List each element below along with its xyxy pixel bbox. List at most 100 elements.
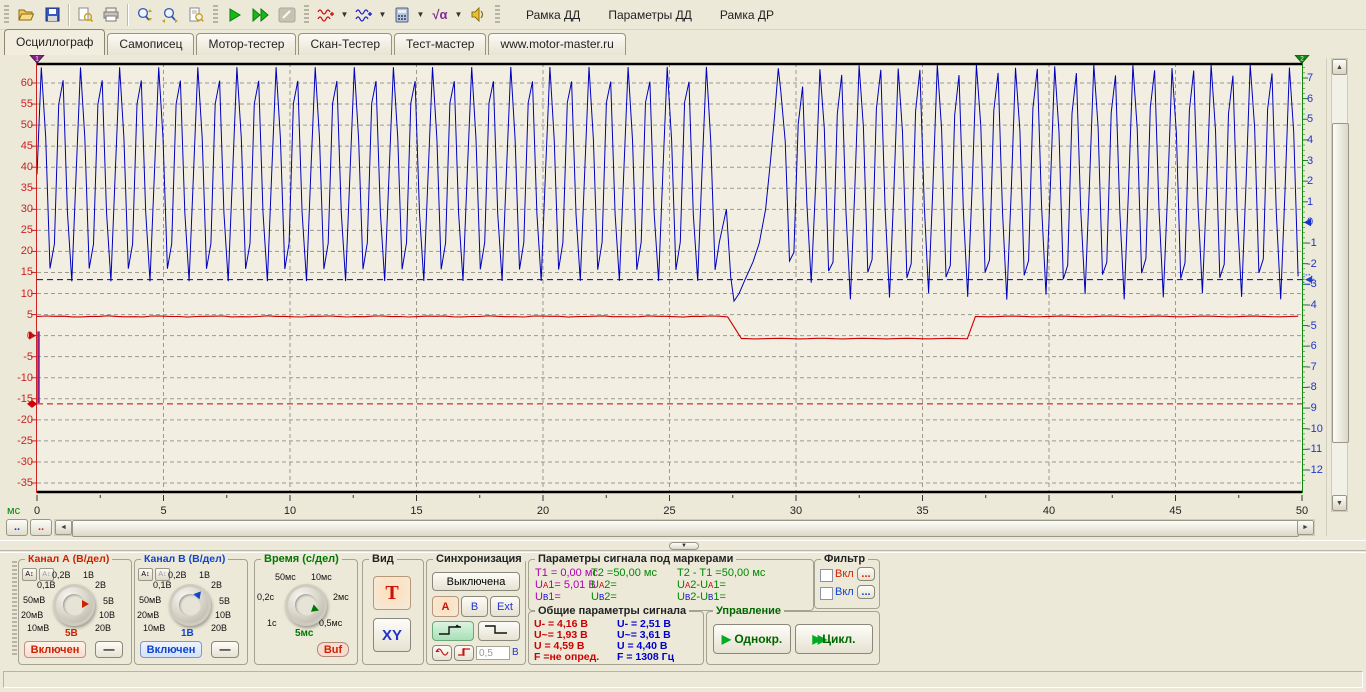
open-button[interactable] xyxy=(13,3,39,27)
knob-pointer xyxy=(82,600,93,608)
vertical-scrollbar[interactable]: ▲ ▼ xyxy=(1331,58,1348,512)
signal-a-button[interactable] xyxy=(313,3,339,27)
menu-ramka-dr[interactable]: Рамка ДР xyxy=(720,8,774,22)
channel-b-autoscale-button[interactable]: A↕ xyxy=(138,568,153,581)
filter-a-checkbox[interactable] xyxy=(820,569,833,582)
stop-button[interactable] xyxy=(274,3,300,27)
zoom-vertical-icon xyxy=(136,7,153,23)
sqrt-alpha-button[interactable]: √α xyxy=(427,3,453,27)
sound-button[interactable] xyxy=(465,3,491,27)
sync-off-button[interactable]: Выключена xyxy=(432,572,520,591)
view-group: Вид T XY xyxy=(362,559,424,665)
tab-scan-tester[interactable]: Скан-Тестер xyxy=(298,33,392,55)
tab-recorder[interactable]: Самописец xyxy=(107,33,194,55)
rising-edge-icon xyxy=(438,624,468,636)
left-axis-tick-label: -35 xyxy=(0,476,33,490)
scroll-right-button[interactable]: ► xyxy=(1297,520,1314,535)
right-axis-tick-label: 2 xyxy=(1307,174,1333,188)
play-icon: ▶ xyxy=(722,632,735,646)
right-axis-tick-label: 7 xyxy=(1307,71,1333,85)
cycle-run-button[interactable]: ▶▶ Цикл. xyxy=(795,624,873,654)
menu-parametry-dd[interactable]: Параметры ДД xyxy=(608,8,692,22)
timebase-knob[interactable] xyxy=(285,584,327,626)
tab-website[interactable]: www.motor-master.ru xyxy=(488,33,625,55)
calculator-button[interactable] xyxy=(389,3,415,27)
filter-b-label: Вкл xyxy=(835,586,854,598)
filter-b-checkbox[interactable] xyxy=(820,587,833,600)
zoom-horizontal-button[interactable] xyxy=(157,3,183,27)
knob-label: 50мВ xyxy=(23,595,45,605)
channel-b-volts-knob[interactable] xyxy=(169,584,211,626)
zoom-page-button[interactable] xyxy=(183,3,209,27)
vertical-scroll-thumb[interactable] xyxy=(1332,123,1349,443)
tab-motor-tester[interactable]: Мотор-тестер xyxy=(196,33,296,55)
sqrt-alpha-dropdown[interactable]: ▼ xyxy=(453,3,465,27)
channel-b-collapse-button[interactable]: — xyxy=(211,641,239,658)
ub2-value: UB2= xyxy=(591,591,617,603)
sync-level-input[interactable] xyxy=(476,646,510,660)
channel-b-power-button[interactable]: Включен xyxy=(140,641,202,658)
knob-label: 20В xyxy=(211,623,227,633)
signal-b-button[interactable] xyxy=(351,3,377,27)
blue-cursor-button[interactable]: .. xyxy=(6,519,28,536)
toolbar-grip xyxy=(4,5,9,25)
horizontal-scrollbar[interactable]: ◄ ► xyxy=(54,519,1315,536)
time-unit-label: мс xyxy=(7,505,20,517)
start-icon xyxy=(228,8,242,22)
sync-wave-mode-button[interactable] xyxy=(432,645,452,661)
tab-oscillograph[interactable]: Осциллограф xyxy=(4,29,105,55)
control-panel: Канал А (В/дел) A↕ A↕ 0,2В 1В 0,1В 2В 50… xyxy=(0,552,1366,667)
print-preview-button[interactable] xyxy=(72,3,98,27)
menu-ramka-dd[interactable]: Рамка ДД xyxy=(526,8,580,22)
channel-a-power-button[interactable]: Включен xyxy=(24,641,86,658)
scroll-down-button[interactable]: ▼ xyxy=(1332,495,1347,511)
waveform-canvas[interactable]: 12 xyxy=(25,55,1316,515)
print-button[interactable] xyxy=(98,3,124,27)
signal-b-icon xyxy=(355,7,373,23)
signal-a-dropdown[interactable]: ▼ xyxy=(339,3,351,27)
timebase-title: Время (с/дел) xyxy=(261,553,342,565)
filter-b-more-button[interactable]: ... xyxy=(857,585,875,599)
time-axis-tick-label: 25 xyxy=(655,505,685,517)
single-run-label: Однокр. xyxy=(734,632,782,646)
sync-source-a-button[interactable]: А xyxy=(432,596,459,617)
sync-falling-edge-button[interactable] xyxy=(478,621,520,641)
time-axis-tick-label: 40 xyxy=(1034,505,1064,517)
time-axis-tick-label: 15 xyxy=(402,505,432,517)
buffer-button[interactable]: Buf xyxy=(317,642,349,657)
single-run-button[interactable]: ▶ Однокр. xyxy=(713,624,791,654)
splitter-bar[interactable]: ▼ xyxy=(0,540,1366,551)
red-cursor-button[interactable]: .. xyxy=(30,519,52,536)
channel-a-collapse-button[interactable]: — xyxy=(95,641,123,658)
calculator-dropdown[interactable]: ▼ xyxy=(415,3,427,27)
horizontal-scroll-thumb[interactable] xyxy=(72,520,1299,537)
left-axis-tick-label: 40 xyxy=(0,160,33,174)
collapse-panel-button[interactable]: ▼ xyxy=(669,542,699,550)
channel-a-volts-knob[interactable] xyxy=(53,584,95,626)
sync-source-ext-button[interactable]: Ext xyxy=(490,596,520,617)
view-xy-button[interactable]: XY xyxy=(373,618,411,652)
start-button[interactable] xyxy=(222,3,248,27)
cycle-start-button[interactable] xyxy=(248,3,274,27)
falling-edge-icon xyxy=(484,624,514,636)
sync-level-mode-button[interactable] xyxy=(454,645,474,661)
scroll-left-button[interactable]: ◄ xyxy=(55,520,72,535)
tab-test-master[interactable]: Тест-мастер xyxy=(394,33,486,55)
channel-a-autoscale-button[interactable]: A↕ xyxy=(22,568,37,581)
scroll-up-button[interactable]: ▲ xyxy=(1332,59,1347,75)
chevron-down-icon: ▼ xyxy=(379,10,387,19)
sync-source-b-button[interactable]: В xyxy=(461,596,488,617)
knob-label: 10В xyxy=(215,610,231,620)
knob-label: 10мВ xyxy=(143,623,165,633)
right-axis-tick-label: -3 xyxy=(1307,277,1333,291)
view-time-button[interactable]: T xyxy=(373,576,411,610)
cycle-run-label: Цикл. xyxy=(822,632,855,646)
sync-rising-edge-button[interactable] xyxy=(432,621,474,641)
channel-a-selected-scale: 5В xyxy=(65,628,78,639)
channel-b-freq-value: F = 1308 Гц xyxy=(617,651,674,663)
signal-b-dropdown[interactable]: ▼ xyxy=(377,3,389,27)
save-button[interactable] xyxy=(39,3,65,27)
channel-b-selected-scale: 1В xyxy=(181,628,194,639)
filter-a-more-button[interactable]: ... xyxy=(857,567,875,581)
zoom-vertical-button[interactable] xyxy=(131,3,157,27)
